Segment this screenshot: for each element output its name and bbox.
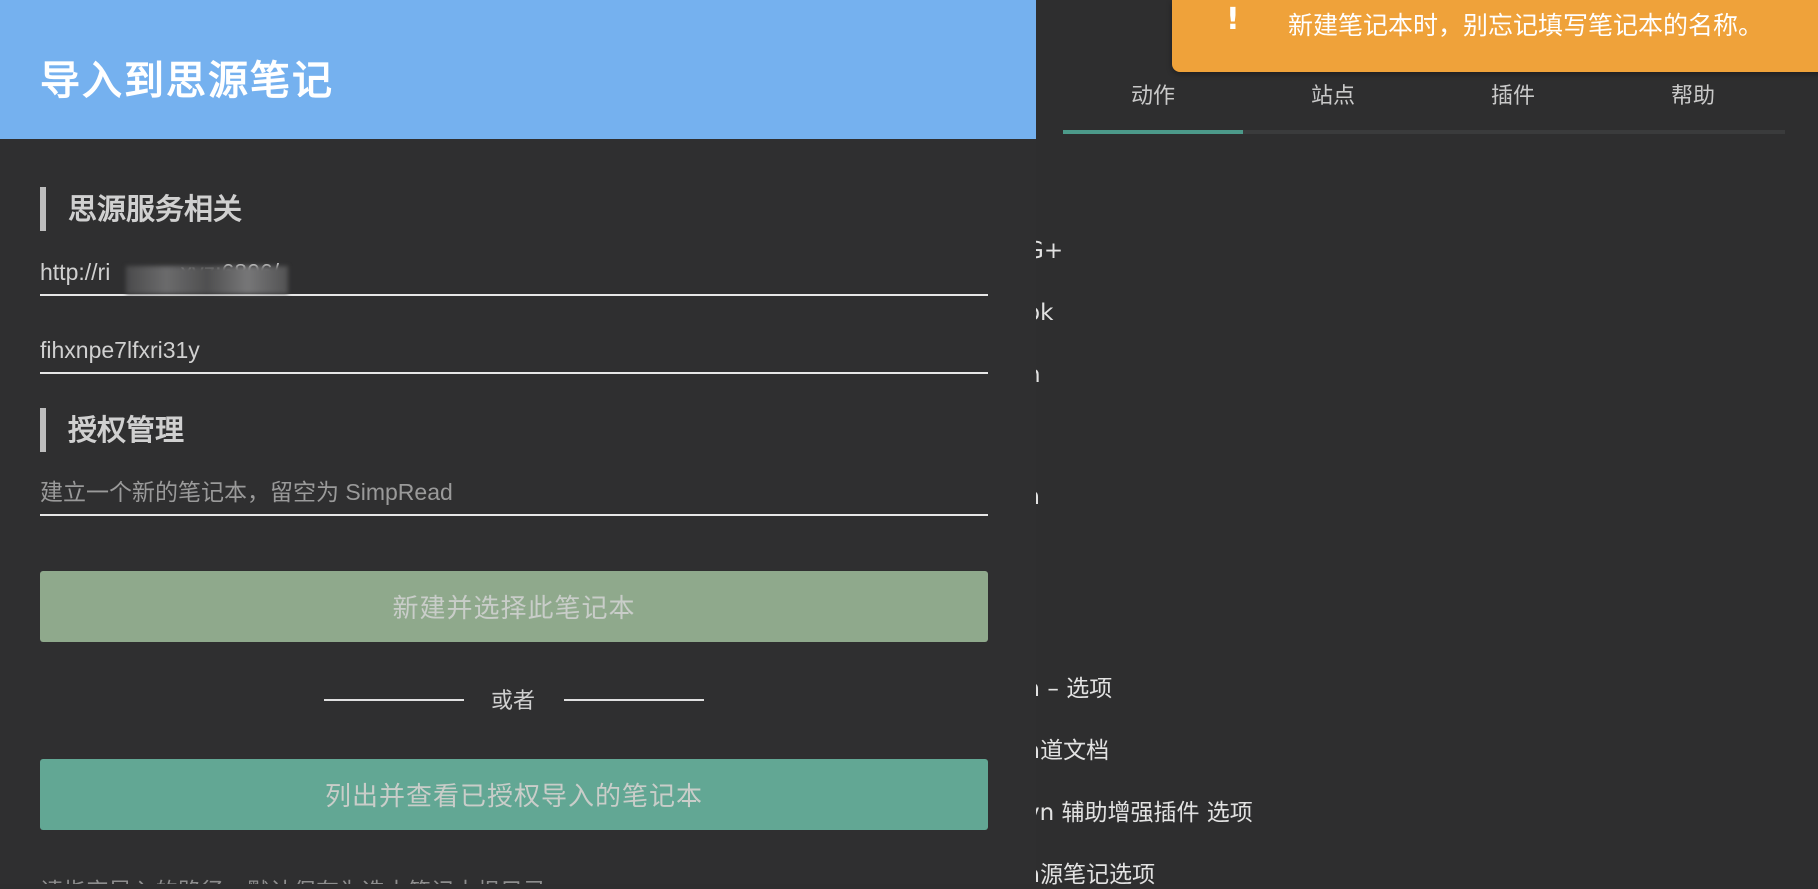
exclamation-icon: ! [1226, 2, 1240, 37]
section-heading-service: 思源服务相关 [40, 187, 242, 231]
or-label: 或者 [491, 689, 536, 714]
server-url-field [40, 250, 988, 296]
notebook-name-input[interactable] [40, 470, 988, 514]
settings-tab-bar: 动作 站点 插件 帮助 [1063, 72, 1785, 134]
create-notebook-button[interactable]: 新建并选择此笔记本 [40, 571, 988, 642]
divider-line [564, 699, 704, 701]
notebook-name-field [40, 470, 988, 516]
token-field [40, 328, 988, 374]
redacted-blur [126, 266, 288, 294]
toast-message: 新建笔记本时，别忘记填写笔记本的名称。 [1288, 11, 1764, 40]
divider-line [324, 699, 464, 701]
or-divider: 或者 [324, 683, 704, 719]
list-item[interactable]: ā – 选项 [1026, 669, 1112, 703]
list-item[interactable]: vn 辅助增强插件 选项 [1026, 793, 1253, 827]
tab-plugins[interactable]: 插件 [1423, 72, 1603, 130]
tab-actions[interactable]: 动作 [1063, 72, 1243, 134]
notification-toast: ! 新建笔记本时，别忘记填写笔记本的名称。 [1172, 0, 1818, 72]
tab-help[interactable]: 帮助 [1603, 72, 1783, 130]
tab-sites[interactable]: 站点 [1243, 72, 1423, 130]
section-heading-auth: 授权管理 [40, 408, 184, 452]
dialog-title: 导入到思源笔记 [40, 58, 334, 104]
path-hint: 请指定导入的路径，默认保存为选中笔记本根目录 [40, 872, 546, 884]
list-item[interactable]: ā道文档 [1026, 731, 1109, 765]
import-dialog: 导入到思源笔记 思源服务相关 授权管理 新建并选择此笔记本 或者 列出并查看已授… [0, 0, 1036, 884]
list-notebooks-button[interactable]: 列出并查看已授权导入的笔记本 [40, 759, 988, 830]
dialog-header: 导入到思源笔记 [0, 0, 1036, 139]
token-input[interactable] [40, 328, 988, 372]
